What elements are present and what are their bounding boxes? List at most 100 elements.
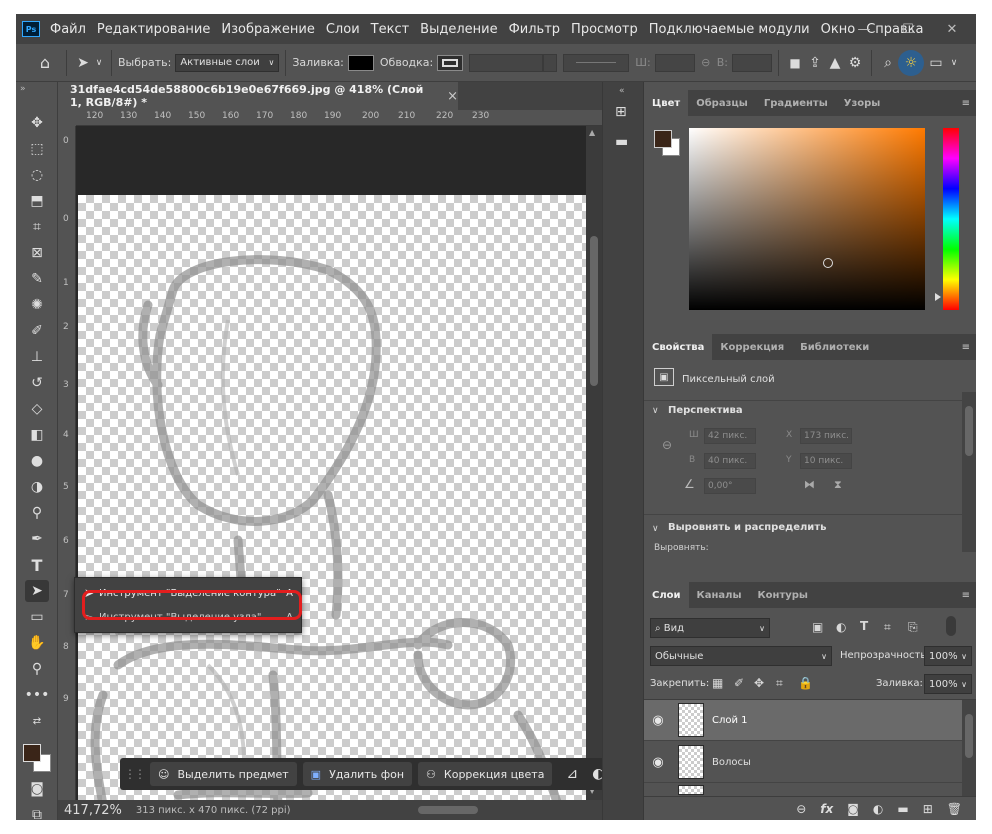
tab-patterns[interactable]: Узоры (836, 90, 889, 116)
stroke-swatch[interactable] (437, 54, 464, 71)
layer-style-icon[interactable]: fx (820, 802, 833, 816)
flip-vertical-icon[interactable]: ⧗ (834, 478, 842, 492)
remove-background-button[interactable]: ▣ Удалить фон (302, 762, 413, 786)
menu-view[interactable]: Просмотр (571, 22, 638, 37)
tab-color[interactable]: Цвет (644, 90, 689, 116)
menu-layers[interactable]: Слои (326, 22, 360, 37)
chevron-down-icon[interactable]: ∨ (93, 58, 105, 68)
visibility-eye-icon[interactable]: ◉ (644, 713, 672, 728)
horizontal-ruler[interactable]: 120 130 140 150 160 170 180 190 200 210 … (76, 110, 602, 126)
filter-shape-icon[interactable]: ⌗ (884, 620, 891, 635)
gear-icon[interactable]: ⚙ (845, 55, 865, 71)
path-selection-tool-icon[interactable]: ➤ (25, 580, 49, 602)
horizontal-scroll-thumb[interactable] (418, 806, 478, 814)
history-panel-icon[interactable]: ⊞ (615, 104, 627, 120)
select-subject-button[interactable]: ☺ Выделить предмет (150, 762, 297, 786)
menu-plugins[interactable]: Подключаемые модули (649, 22, 810, 37)
visibility-eye-icon[interactable]: ◉ (644, 755, 672, 770)
history-brush-tool-icon[interactable]: ↺ (25, 372, 49, 394)
lock-transparency-icon[interactable]: ▦ (712, 676, 723, 690)
lock-artboard-icon[interactable]: ⌗ (776, 676, 783, 691)
y-field[interactable]: 10 пикс. (800, 453, 852, 469)
healing-brush-tool-icon[interactable]: ✺ (25, 294, 49, 316)
fill-swatch[interactable] (347, 54, 374, 71)
collapse-icon[interactable]: » (20, 84, 26, 94)
tab-libraries[interactable]: Библиотеки (792, 334, 877, 360)
fill-field[interactable]: 100% ∨ (924, 674, 972, 694)
lock-all-icon[interactable]: 🔒 (798, 676, 813, 690)
menu-filter[interactable]: Фильтр (509, 22, 560, 37)
filter-smart-object-icon[interactable]: ⎘ (908, 620, 918, 635)
document-canvas[interactable] (78, 195, 586, 805)
tab-adjustments[interactable]: Коррекция (712, 334, 792, 360)
tab-properties[interactable]: Свойства (644, 334, 713, 360)
align-section-title[interactable]: Выровнять и распределить (668, 522, 826, 533)
home-icon[interactable]: ⌂ (30, 53, 60, 72)
vertical-ruler[interactable]: 0 0 1 2 3 4 5 6 7 8 9 (58, 126, 76, 800)
object-select-tool-icon[interactable]: ⬒ (25, 190, 49, 212)
maximize-button[interactable]: ☐ (886, 14, 930, 44)
lock-pixels-icon[interactable]: ✐ (734, 676, 744, 690)
link-icon[interactable]: ⊖ (662, 438, 672, 452)
minimize-button[interactable]: — (842, 14, 886, 44)
more-tools-icon[interactable]: ••• (25, 684, 50, 706)
hand-tool-icon[interactable]: ✋ (25, 632, 49, 654)
collapse-icon[interactable]: « (619, 86, 625, 96)
color-correction-button[interactable]: ⚇ Коррекция цвета (418, 762, 553, 786)
trash-icon[interactable]: 🗑 (947, 802, 962, 816)
height-field[interactable]: 40 пикс. (704, 453, 756, 469)
close-window-button[interactable]: ✕ (930, 14, 974, 44)
lasso-tool-icon[interactable]: ◌ (25, 164, 49, 186)
blur-tool-icon[interactable]: ● (25, 450, 49, 472)
arrange-icon[interactable]: ▲ (825, 55, 845, 71)
document-tab[interactable]: 31dfae4cd54de58800c6b19e0e67f669.jpg @ 4… (58, 82, 458, 110)
x-field[interactable]: 173 пикс. (800, 428, 852, 444)
hue-slider[interactable] (935, 128, 959, 310)
filter-type-icon[interactable]: T (860, 619, 868, 633)
panel-menu-icon[interactable]: ≡ (962, 590, 970, 601)
menu-select[interactable]: Выделение (420, 22, 497, 37)
chevron-down-icon[interactable]: ∨ (652, 406, 659, 416)
gradient-tool-icon[interactable]: ◧ (25, 424, 49, 446)
document-info[interactable]: 313 пикс. x 470 пикс. (72 ppi) (136, 805, 291, 816)
menu-image[interactable]: Изображение (221, 22, 314, 37)
workspace-icon[interactable]: ▭ (924, 55, 948, 71)
eraser-tool-icon[interactable]: ◇ (25, 398, 49, 420)
height-field[interactable] (731, 53, 772, 72)
chevron-down-icon[interactable]: ∨ (948, 58, 960, 68)
select-mode-dropdown[interactable]: Активные слои ∨ (175, 53, 280, 72)
opacity-field[interactable]: 100% ∨ (924, 646, 972, 666)
filter-pixel-icon[interactable]: ▣ (812, 620, 823, 634)
vertical-scroll-thumb[interactable] (590, 236, 598, 386)
properties-scrollbar[interactable] (962, 392, 976, 552)
discover-lightbulb-icon[interactable]: ☼ (897, 49, 924, 76)
scroll-up-icon[interactable]: ▲ (589, 128, 595, 137)
color-picker-cursor[interactable] (823, 258, 833, 268)
menu-file[interactable]: Файл (50, 22, 86, 37)
screen-mode-icon[interactable]: ⧉ (25, 804, 49, 820)
path-select-tool-icon[interactable]: ➤ (73, 55, 93, 71)
stroke-type-dropdown[interactable] (563, 53, 630, 72)
vertical-scrollbar[interactable]: ▲ ▼ (586, 126, 602, 800)
chevron-down-icon[interactable]: ∨ (652, 524, 659, 534)
adjustment-layer-icon[interactable]: ◐ (873, 802, 883, 816)
layer-name[interactable]: Слой 1 (712, 715, 748, 726)
properties-scroll-thumb[interactable] (965, 406, 973, 456)
zoom-tool-icon[interactable]: ⚲ (25, 658, 49, 680)
layer-name[interactable]: Волосы (712, 757, 751, 768)
new-layer-icon[interactable]: ⊞ (923, 802, 933, 816)
eyedropper-tool-icon[interactable]: ✎ (25, 268, 49, 290)
type-tool-icon[interactable]: T (25, 554, 49, 576)
share-icon[interactable]: ⇪ (805, 55, 825, 71)
panel-menu-icon[interactable]: ≡ (962, 98, 970, 109)
foreground-color-swatch[interactable] (23, 744, 41, 762)
close-tab-icon[interactable]: × (447, 89, 458, 104)
width-field[interactable]: 42 пикс. (704, 428, 756, 444)
rectangle-tool-icon[interactable]: ▭ (25, 606, 49, 628)
width-field[interactable] (654, 53, 695, 72)
link-icon[interactable]: ⊖ (695, 56, 717, 69)
perspective-section-title[interactable]: Перспектива (668, 405, 743, 416)
marquee-tool-icon[interactable]: ⬚ (25, 138, 49, 160)
swap-colors-icon[interactable]: ⇄ (25, 710, 49, 732)
path-operations-icon[interactable]: ■ (785, 56, 805, 70)
